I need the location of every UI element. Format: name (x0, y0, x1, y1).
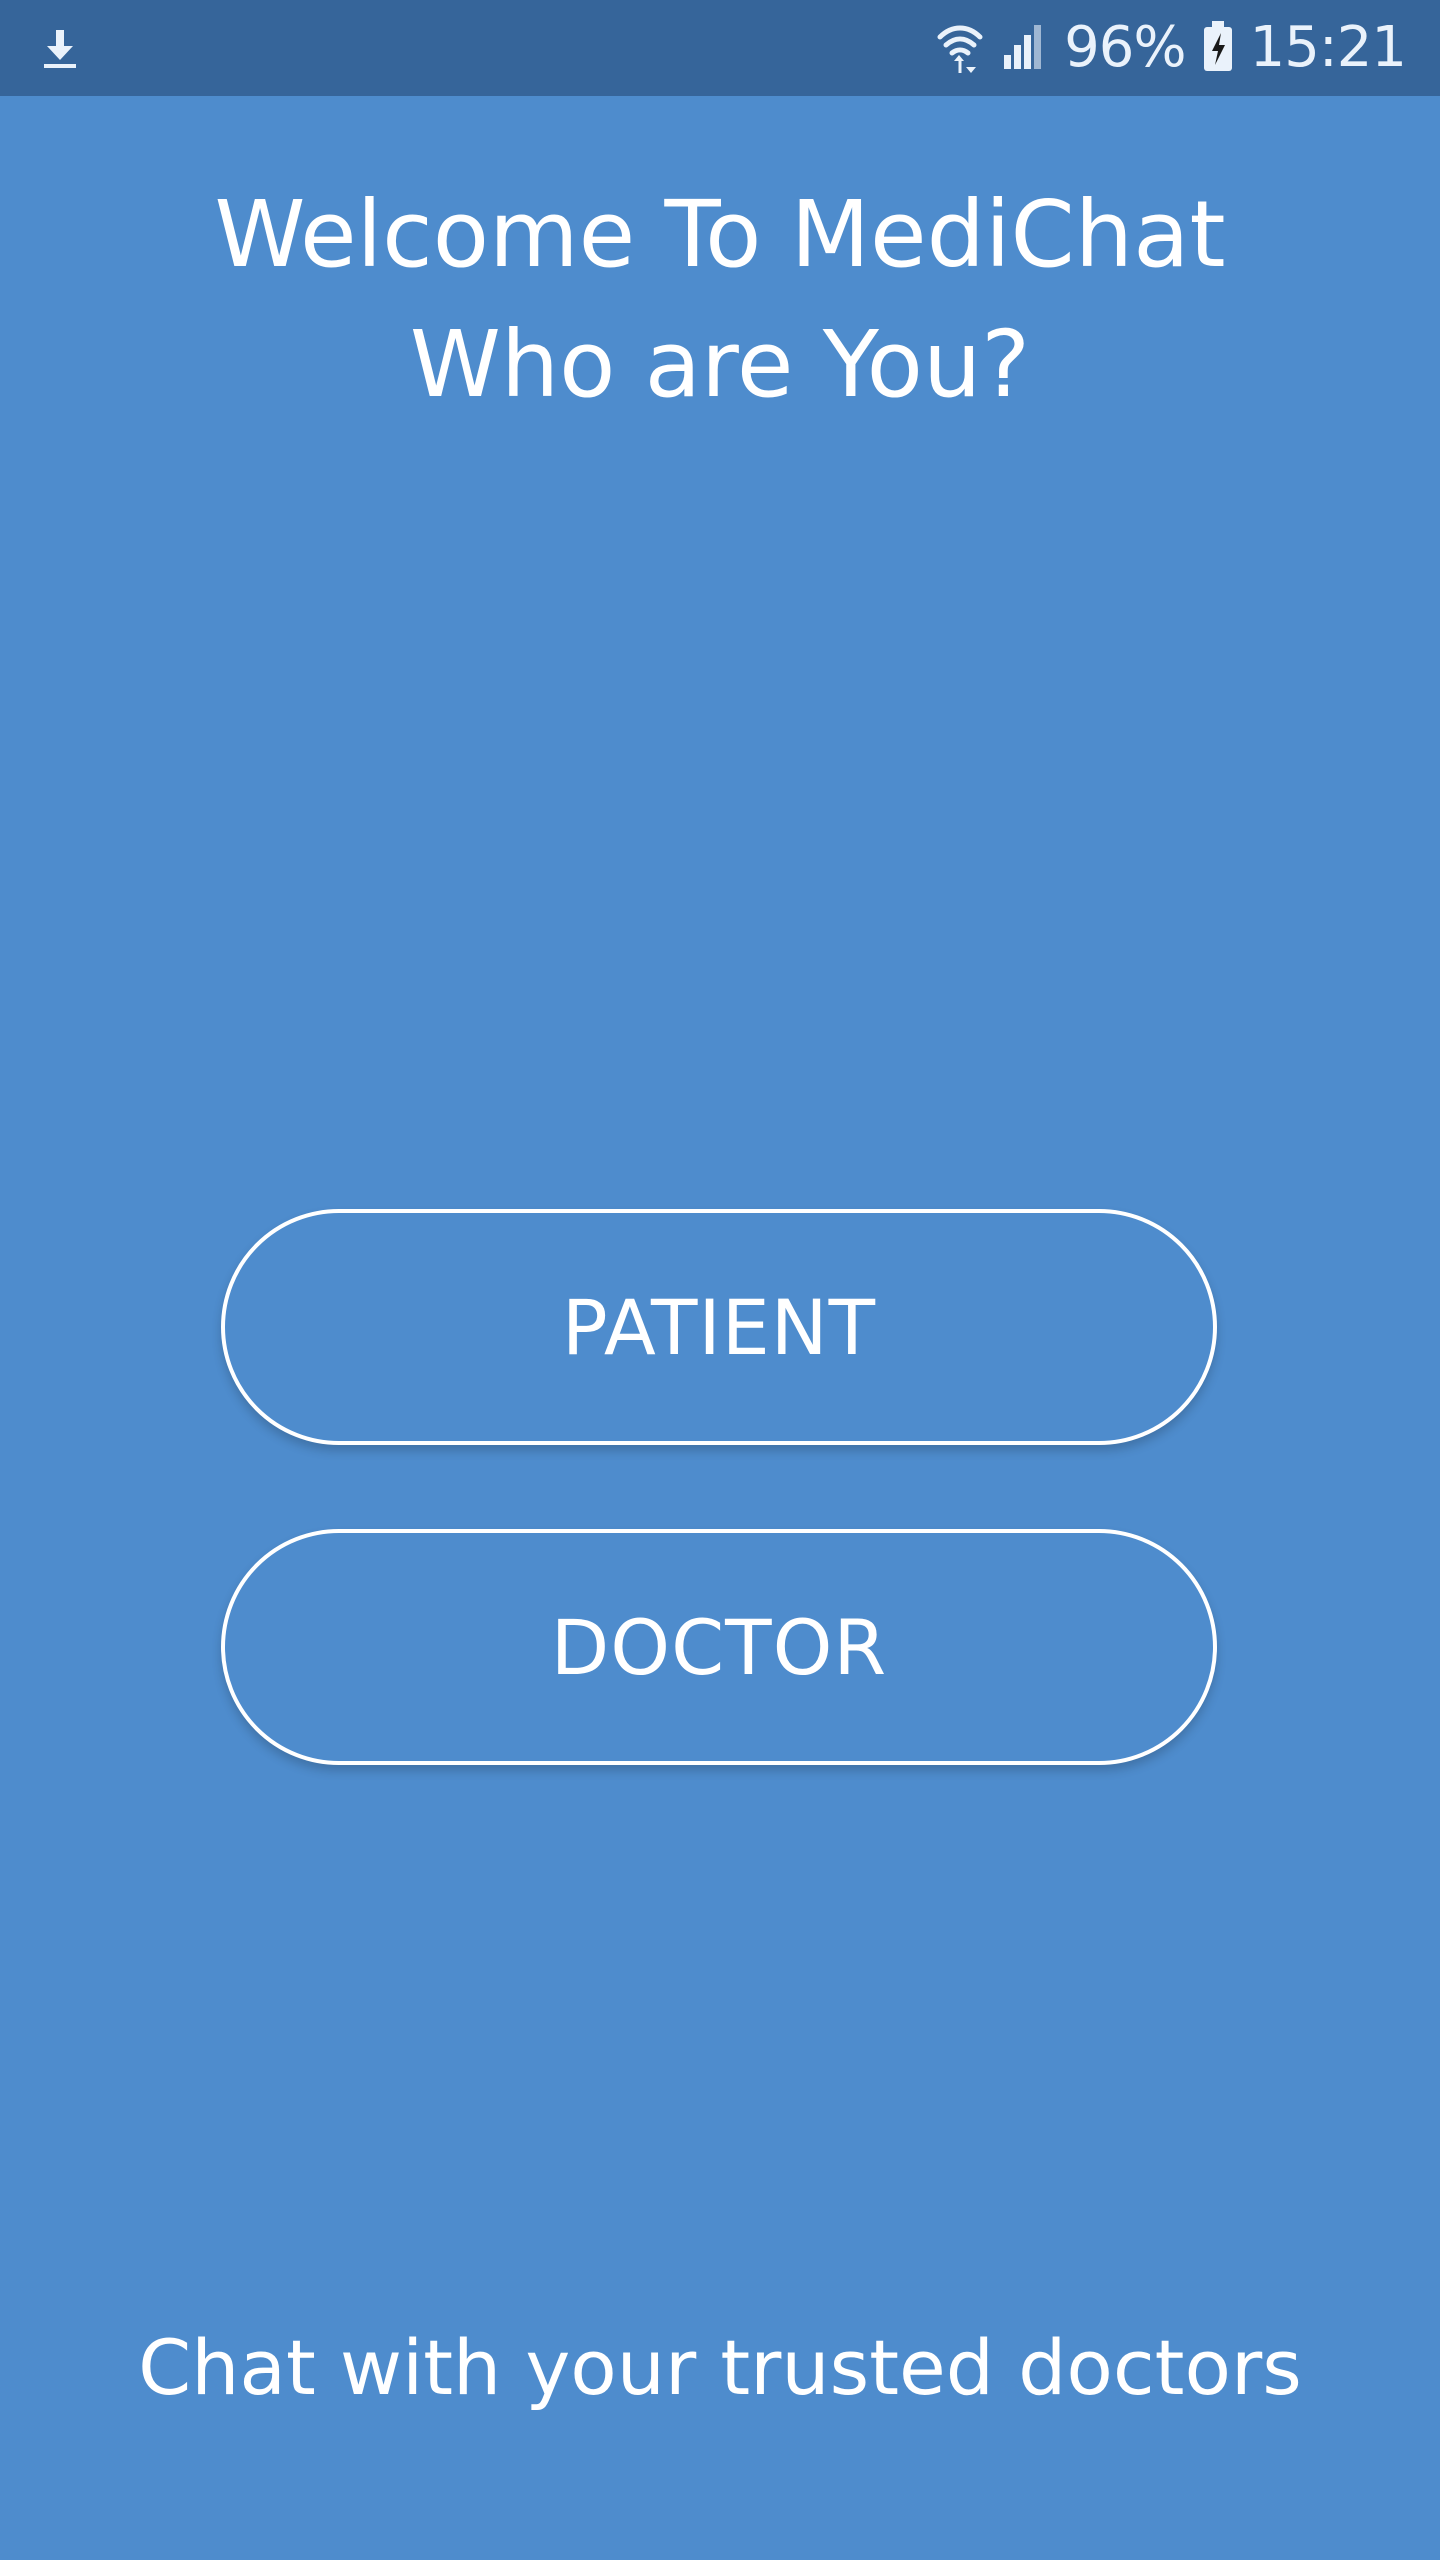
doctor-button[interactable]: DOCTOR (221, 1529, 1217, 1765)
clock-time: 15:21 (1249, 15, 1407, 80)
welcome-heading: Welcome To MediChat Who are You? (0, 170, 1440, 430)
battery-charging-icon (1202, 19, 1234, 77)
battery-percent: 96% (1064, 15, 1186, 80)
status-right: 96% 15:21 (936, 0, 1407, 96)
patient-button[interactable]: PATIENT (221, 1209, 1217, 1445)
status-bar: 96% 15:21 (0, 0, 1440, 96)
footer-tagline: Chat with your trusted doctors (138, 2323, 1302, 2412)
cell-signal-icon (1000, 21, 1048, 75)
download-icon (36, 24, 84, 72)
welcome-question: Who are You? (409, 311, 1031, 418)
wifi-icon (936, 19, 984, 77)
welcome-title: Welcome To MediChat (214, 181, 1226, 288)
